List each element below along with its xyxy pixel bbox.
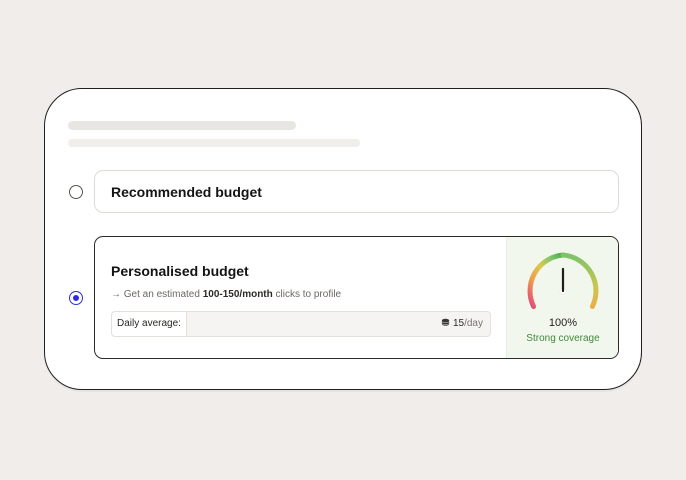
- estimate-suffix: clicks to profile: [272, 289, 342, 300]
- option-personalised-budget[interactable]: Personalised budget → Get an estimated 1…: [94, 236, 619, 359]
- skeleton-title-placeholder: [68, 121, 296, 130]
- option-title: Recommended budget: [111, 184, 262, 200]
- gauge-percent: 100%: [548, 317, 578, 329]
- coin-stack-icon: [441, 318, 450, 326]
- coverage-gauge: [527, 252, 599, 309]
- daily-unit: /day: [464, 318, 483, 329]
- daily-average-label: Daily average:: [112, 312, 187, 336]
- daily-average-field[interactable]: Daily average: 15/day: [111, 311, 491, 337]
- gauge-arc-right: [560, 252, 599, 309]
- estimate-text: → Get an estimated 100-150/month clicks …: [111, 289, 341, 300]
- daily-amount: 15: [452, 318, 465, 329]
- coverage-gauge-panel: 100% Strong coverage: [506, 237, 618, 358]
- radio-personalised-budget[interactable]: [69, 291, 83, 305]
- gauge-coverage-label: Strong coverage: [526, 333, 600, 344]
- skeleton-subtitle-placeholder: [68, 139, 360, 147]
- estimate-prefix: → Get an estimated: [111, 289, 203, 300]
- daily-average-value[interactable]: 15/day: [441, 312, 483, 336]
- option-title: Personalised budget: [111, 263, 249, 279]
- option-recommended-budget[interactable]: Recommended budget: [94, 170, 619, 213]
- gauge-arc-left: [527, 252, 566, 309]
- estimate-range: 100-150/month: [202, 289, 273, 300]
- radio-recommended-budget[interactable]: [69, 185, 83, 199]
